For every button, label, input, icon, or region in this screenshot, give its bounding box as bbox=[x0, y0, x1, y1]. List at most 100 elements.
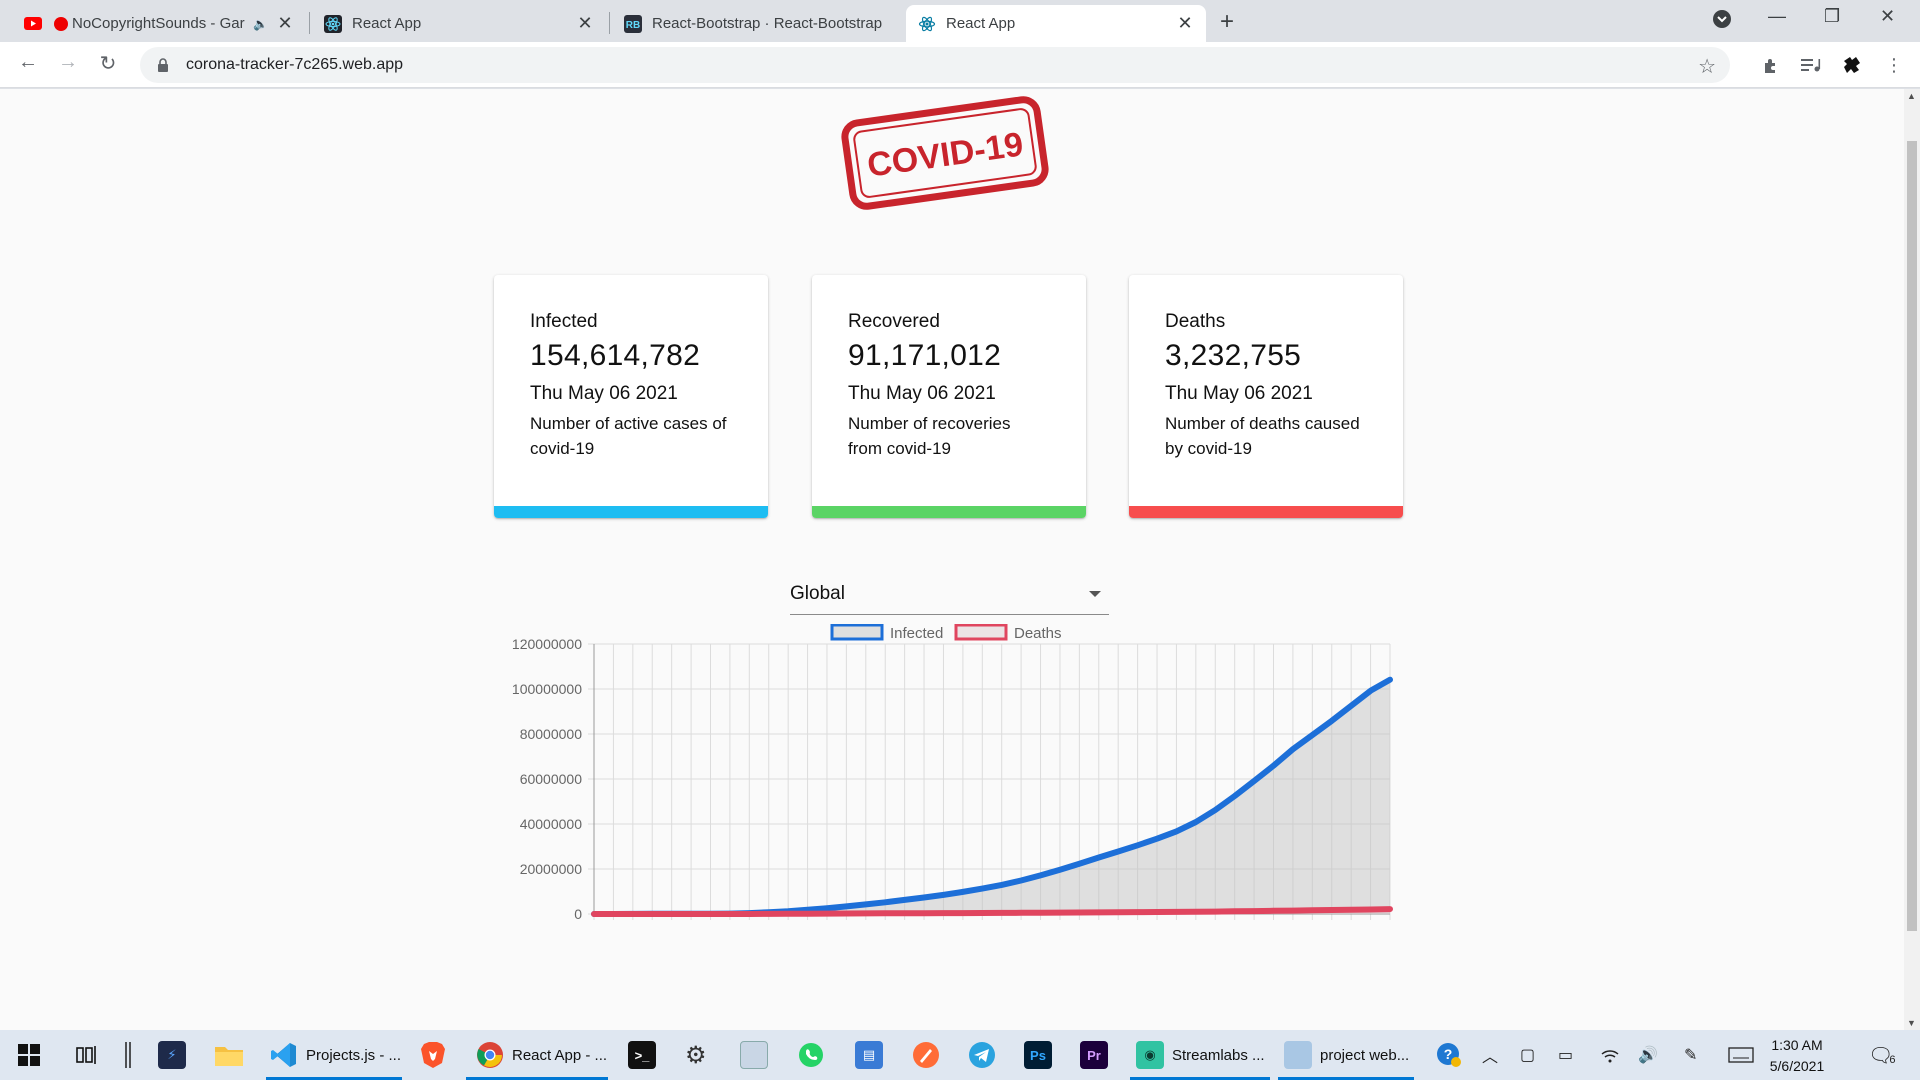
photoshop-icon: Ps bbox=[1024, 1041, 1052, 1069]
pen-icon[interactable]: ✎ bbox=[1684, 1030, 1697, 1080]
volume-icon[interactable]: 🔊 bbox=[1638, 1030, 1658, 1080]
tab-title: React App bbox=[352, 15, 422, 32]
chevron-down-icon bbox=[1089, 591, 1101, 597]
scroll-down-arrow-icon[interactable]: ▼ bbox=[1907, 1018, 1916, 1028]
vscode-icon bbox=[271, 1043, 296, 1067]
clock-date: 5/6/2021 bbox=[1769, 1058, 1825, 1074]
image-viewer-icon bbox=[740, 1041, 768, 1069]
extensions-icon[interactable] bbox=[1759, 53, 1783, 77]
close-icon[interactable]: ✕ bbox=[576, 13, 594, 34]
taskbar-premiere[interactable]: Pr bbox=[1080, 1030, 1108, 1080]
whatsapp-icon bbox=[799, 1043, 823, 1067]
menu-dots-icon[interactable]: ⋮ bbox=[1882, 53, 1906, 77]
react-icon bbox=[324, 14, 342, 33]
minimize-button[interactable]: — bbox=[1768, 6, 1786, 27]
card-label: Infected bbox=[530, 311, 598, 332]
notification-center[interactable]: 🗨 6 bbox=[1868, 1030, 1896, 1080]
taskbar-whatsapp[interactable] bbox=[798, 1030, 824, 1080]
taskbar-app-photos[interactable] bbox=[740, 1030, 768, 1080]
tab-react-app[interactable]: React App ✕ bbox=[312, 5, 606, 42]
tab-nocopyrightsounds[interactable]: NoCopyrightSounds - Gar 🔈 ✕ bbox=[12, 5, 306, 42]
speaker-icon[interactable]: 🔈 bbox=[253, 17, 268, 31]
card-description: Number of recoveries from covid-19 bbox=[848, 414, 1011, 458]
tab-react-app-active[interactable]: React App ✕ bbox=[906, 5, 1206, 42]
taskbar-app-1[interactable]: ⚡ bbox=[158, 1030, 186, 1080]
country-select-value: Global bbox=[790, 583, 845, 604]
close-icon[interactable]: ✕ bbox=[1176, 13, 1194, 34]
tab-title: React App bbox=[946, 15, 1016, 32]
card-description: Number of active cases of covid-19 bbox=[530, 414, 727, 458]
forward-button[interactable]: → bbox=[54, 51, 82, 74]
taskbar-chrome[interactable]: React App - ... bbox=[466, 1030, 608, 1080]
card-value: 154,614,782 bbox=[530, 339, 701, 372]
scroll-up-arrow-icon[interactable]: ▲ bbox=[1907, 91, 1916, 101]
chart-y-tick-label: 40000000 bbox=[520, 816, 583, 832]
taskbar-streamlabs[interactable]: ◉ Streamlabs ... bbox=[1130, 1030, 1270, 1080]
tab-search-icon[interactable] bbox=[1712, 9, 1732, 34]
react-bootstrap-icon: RB bbox=[624, 14, 642, 33]
cases-line-chart: 120000000 100000000 80000000 60000000 400000… bbox=[490, 623, 1410, 1030]
recovered-card: Recovered 91,171,012 Thu May 06 2021 Num… bbox=[812, 275, 1086, 518]
chart-svg: 120000000 100000000 80000000 60000000 400000… bbox=[512, 623, 1393, 922]
tab-separator bbox=[309, 12, 310, 34]
taskbar-file-explorer[interactable] bbox=[214, 1030, 244, 1080]
card-color-bar bbox=[494, 506, 768, 518]
taskbar-settings[interactable]: ⚙ bbox=[685, 1030, 707, 1080]
taskbar-label: Streamlabs ... bbox=[1172, 1046, 1265, 1064]
card-date: Thu May 06 2021 bbox=[1165, 383, 1313, 404]
back-button[interactable]: ← bbox=[14, 51, 42, 74]
start-button[interactable] bbox=[18, 1030, 40, 1080]
chart-legend-label: Infected bbox=[890, 625, 943, 642]
keyboard-icon[interactable] bbox=[1728, 1030, 1754, 1080]
chevron-up-icon[interactable]: ︿ bbox=[1482, 1030, 1498, 1080]
taskbar-telegram[interactable] bbox=[968, 1030, 996, 1080]
chart-y-tick-label: 0 bbox=[574, 906, 582, 922]
taskbar-terminal[interactable]: >_ bbox=[628, 1030, 656, 1080]
settings-icon: ⚙ bbox=[685, 1041, 707, 1069]
extension-puzzle-icon[interactable] bbox=[1840, 53, 1864, 77]
windows-logo-icon bbox=[18, 1044, 40, 1066]
media-control-icon[interactable] bbox=[1799, 53, 1823, 77]
url-text: corona-tracker-7c265.web.app bbox=[186, 56, 404, 73]
notification-count: 6 bbox=[1889, 1054, 1896, 1066]
file-explorer-icon bbox=[215, 1047, 243, 1066]
battery-icon[interactable]: ▭ bbox=[1558, 1030, 1573, 1080]
system-clock[interactable]: 1:30 AM 5/6/2021 bbox=[1752, 1035, 1842, 1077]
browser-toolbar: ← → ↻ corona-tracker-7c265.web.app ☆ ⋮ bbox=[0, 42, 1920, 88]
taskbar-postman[interactable] bbox=[912, 1030, 940, 1080]
tab-react-bootstrap[interactable]: RB React-Bootstrap · React-Bootstrap bbox=[612, 5, 906, 42]
close-icon[interactable]: ✕ bbox=[276, 13, 294, 34]
country-select[interactable]: Global bbox=[790, 579, 1109, 615]
card-color-bar bbox=[1129, 506, 1403, 518]
chart-series-area-infected bbox=[594, 679, 1390, 914]
taskbar-brave[interactable] bbox=[420, 1030, 446, 1080]
card-date: Thu May 06 2021 bbox=[530, 383, 678, 404]
document-icon bbox=[1284, 1041, 1312, 1069]
page-scrollbar[interactable]: ▲ ▼ bbox=[1904, 89, 1920, 1030]
chart-legend-label: Deaths bbox=[1014, 625, 1062, 642]
task-view-icon[interactable] bbox=[76, 1030, 98, 1080]
meet-now-icon[interactable]: ▢ bbox=[1520, 1030, 1535, 1080]
infected-card: Infected 154,614,782 Thu May 06 2021 Num… bbox=[494, 275, 768, 518]
taskbar-project-doc[interactable]: project web... bbox=[1278, 1030, 1414, 1080]
svg-text:?: ? bbox=[1444, 1046, 1453, 1062]
help-icon[interactable]: ? bbox=[1436, 1030, 1462, 1080]
wifi-icon[interactable] bbox=[1600, 1030, 1620, 1080]
address-bar[interactable]: corona-tracker-7c265.web.app ☆ bbox=[140, 47, 1730, 83]
card-date: Thu May 06 2021 bbox=[848, 383, 996, 404]
new-tab-button[interactable]: + bbox=[1220, 8, 1234, 36]
scrollbar-thumb[interactable] bbox=[1907, 141, 1917, 931]
taskbar-photoshop[interactable]: Ps bbox=[1024, 1030, 1052, 1080]
clock-time: 1:30 AM bbox=[1771, 1037, 1823, 1053]
restore-button[interactable]: ❐ bbox=[1824, 6, 1840, 27]
reload-button[interactable]: ↻ bbox=[94, 51, 122, 76]
deaths-card: Deaths 3,232,755 Thu May 06 2021 Number … bbox=[1129, 275, 1403, 518]
chart-y-tick-label: 80000000 bbox=[520, 726, 583, 742]
taskbar-app-id[interactable]: ▤ bbox=[855, 1030, 883, 1080]
tab-title: NoCopyrightSounds - Gar bbox=[72, 15, 245, 32]
svg-text:RB: RB bbox=[626, 20, 640, 31]
card-label: Recovered bbox=[848, 311, 940, 332]
taskbar-vscode[interactable]: Projects.js - ... bbox=[266, 1030, 402, 1080]
window-close-button[interactable]: ✕ bbox=[1880, 6, 1895, 27]
bookmark-star-icon[interactable]: ☆ bbox=[1698, 54, 1716, 79]
